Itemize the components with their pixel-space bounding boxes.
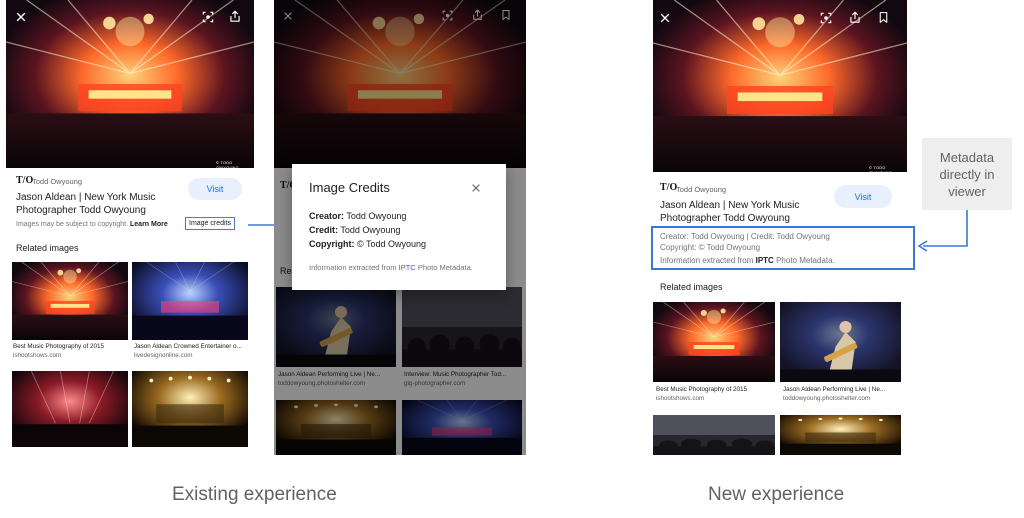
- related-thumb-4[interactable]: [132, 371, 248, 447]
- watermark: © TODD OWYOUNG: [216, 160, 239, 170]
- creator-label: Creator:: [309, 211, 345, 221]
- title-line-2: Photographer Todd Owyoung: [660, 213, 790, 224]
- credit-value: Todd Owyoung: [340, 225, 401, 235]
- related-caption-1[interactable]: Best Music Photography of 2015: [13, 343, 129, 350]
- learn-more-link[interactable]: Learn More: [130, 221, 168, 228]
- related-images-heading: Related images: [660, 282, 723, 292]
- source-name[interactable]: Todd Owyoung: [676, 185, 726, 194]
- share-icon[interactable]: [848, 10, 862, 25]
- related-source-1: ishootshows.com: [656, 395, 705, 402]
- share-icon[interactable]: [228, 9, 242, 24]
- dialog-title: Image Credits: [309, 180, 390, 195]
- close-icon[interactable]: [658, 11, 672, 25]
- credit-label: Credit:: [309, 225, 338, 235]
- related-source-1: ishootshows.com: [13, 352, 62, 359]
- related-thumb-1[interactable]: [653, 302, 775, 382]
- bookmark-icon[interactable]: [877, 10, 890, 25]
- image-credits-link[interactable]: Image credits: [185, 217, 236, 230]
- related-caption-2[interactable]: Jason Aldean Crowned Entertainer o...: [134, 343, 248, 350]
- source-logo: T/O: [660, 182, 678, 193]
- note-suffix: Photo Metadata.: [417, 263, 473, 272]
- copyright-notice: Images may be subject to copyright. Lear…: [16, 221, 168, 228]
- source-logo: T/O: [16, 175, 34, 186]
- callout-arrow: [917, 210, 968, 252]
- related-caption-1[interactable]: Best Music Photography of 2015: [656, 386, 774, 393]
- title-line-2: Photographer Todd Owyoung: [16, 205, 146, 216]
- related-thumb-3[interactable]: [653, 415, 775, 455]
- title-line-1: Jason Aldean | New York Music: [660, 200, 800, 211]
- note-prefix: Information extracted from: [309, 263, 397, 272]
- related-source-2: toddowyoung.photoshelter.com: [783, 395, 871, 402]
- copyright-text: Images may be subject to copyright.: [16, 221, 129, 228]
- close-icon[interactable]: [14, 10, 28, 24]
- source-name[interactable]: Todd Owyoung: [32, 177, 82, 186]
- visit-button[interactable]: Visit: [188, 178, 242, 200]
- creator-line: Creator: Todd Owyoung: [309, 211, 406, 221]
- related-caption-2[interactable]: Jason Aldean Performing Live | Ne...: [783, 386, 901, 393]
- credit-line: Credit: Todd Owyoung: [309, 225, 400, 235]
- dialog-close-icon[interactable]: [470, 182, 482, 194]
- new-caption: New experience: [708, 484, 845, 505]
- creator-value: Todd Owyoung: [346, 211, 407, 221]
- related-thumb-2[interactable]: [132, 262, 248, 340]
- image-title[interactable]: Jason Aldean | New York Music Photograph…: [660, 199, 799, 225]
- lens-icon[interactable]: [201, 10, 215, 24]
- watermark: © TODD OWYOUNG: [869, 165, 892, 175]
- metadata-highlight-box: [651, 226, 915, 270]
- dialog-viewer: T/O Related images Jason Aldean Performi…: [274, 0, 526, 455]
- iptc-link[interactable]: IPTC: [399, 263, 416, 272]
- existing-viewer: © TODD OWYOUNG T/O Todd Owyoung Jason Al…: [6, 0, 254, 455]
- metadata-callout: Metadata directly in viewer: [922, 138, 1012, 210]
- visit-button[interactable]: Visit: [834, 185, 892, 208]
- lens-icon[interactable]: [819, 11, 833, 25]
- image-credits-dialog: Image Credits Creator: Todd Owyoung Cred…: [292, 164, 506, 290]
- image-title[interactable]: Jason Aldean | New York Music Photograph…: [16, 191, 155, 217]
- hero-image[interactable]: [653, 0, 907, 172]
- existing-caption: Existing experience: [172, 484, 337, 505]
- metadata-note: Information extracted from IPTC Photo Me…: [309, 263, 473, 272]
- related-thumb-4[interactable]: [780, 415, 901, 455]
- related-thumb-3[interactable]: [12, 371, 128, 447]
- hero-image[interactable]: [6, 0, 254, 168]
- related-thumb-2[interactable]: [780, 302, 901, 382]
- related-source-2: livedesignonline.com: [134, 352, 193, 359]
- title-line-1: Jason Aldean | New York Music: [16, 192, 156, 203]
- copyright-line: Copyright: © Todd Owyoung: [309, 239, 426, 249]
- copyright-label: Copyright:: [309, 239, 355, 249]
- related-images-heading: Related images: [16, 243, 79, 253]
- related-thumb-1[interactable]: [12, 262, 128, 340]
- copyright-value: © Todd Owyoung: [357, 239, 427, 249]
